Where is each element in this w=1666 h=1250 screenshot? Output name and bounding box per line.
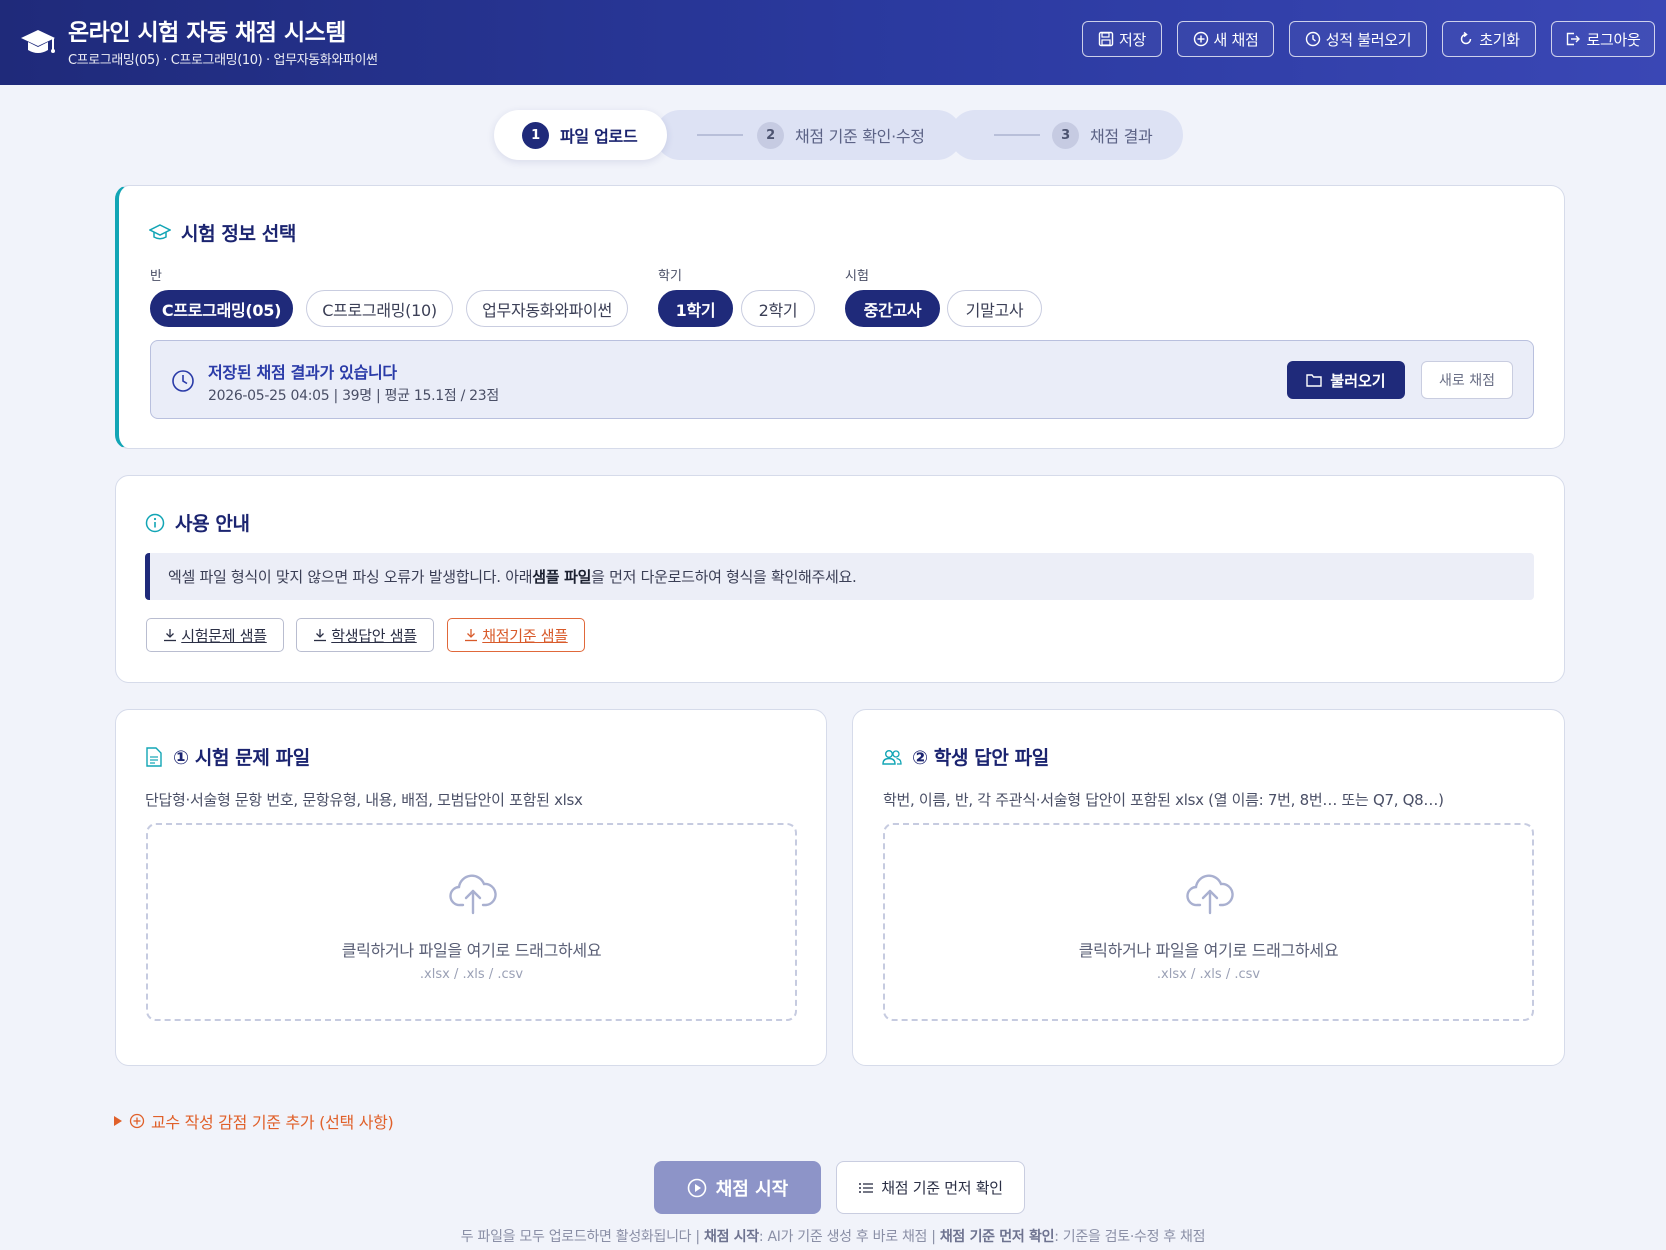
start-grading-label: 채점 시작 <box>715 1178 789 1200</box>
app-title: 온라인 시험 자동 채점 시스템 <box>68 20 346 46</box>
cloud-upload-icon <box>1186 874 1234 915</box>
list-icon <box>859 1182 874 1193</box>
reset-label: 초기화 <box>1479 30 1520 49</box>
exam-dropzone-text: 클릭하거나 파일을 여기로 드래그하세요 <box>341 941 602 960</box>
logout-label: 로그아웃 <box>1586 30 1641 49</box>
step-3: 3 채점 결과 <box>950 110 1183 160</box>
step-3-number: 3 <box>1052 121 1079 149</box>
load-scores-button[interactable]: 성적 불러오기 <box>1289 21 1427 57</box>
footer-hint: 두 파일을 모두 업로드하면 활성화됩니다 | 채점 시작: AI가 기준 생성… <box>0 1226 1666 1246</box>
start-grading-button[interactable]: 채점 시작 <box>654 1161 821 1214</box>
answer-file-dropzone[interactable]: 클릭하거나 파일을 여기로 드래그하세요 .xlsx / .xls / .csv <box>883 823 1534 1021</box>
exam-info-title-text: 시험 정보 선택 <box>181 223 296 245</box>
exam-info-title: 시험 정보 선택 <box>149 219 296 246</box>
graduation-cap-icon <box>149 223 171 239</box>
refresh-icon <box>1460 31 1472 45</box>
info-icon <box>145 513 165 532</box>
step-1-label: 파일 업로드 <box>560 127 638 146</box>
step-3-label: 채점 결과 <box>1090 127 1153 146</box>
semester-label: 학기 <box>658 269 682 284</box>
footer-bold-1: 채점 시작 <box>703 1229 759 1245</box>
step-connector <box>697 134 743 136</box>
answer-file-title: ② 학생 답안 파일 <box>882 743 1049 770</box>
download-criteria-sample[interactable]: 채점기준 샘플 <box>447 618 585 652</box>
class-option-c05[interactable]: C프로그래밍(05) <box>150 290 293 327</box>
save-button[interactable]: 저장 <box>1082 21 1162 57</box>
load-saved-button[interactable]: 불러오기 <box>1287 361 1405 399</box>
saved-result-title: 저장된 채점 결과가 있습니다 <box>208 363 397 382</box>
footer-text-2: : AI가 기준 생성 후 바로 채점 | <box>758 1229 940 1245</box>
download-exam-sample-label: 시험문제 샘플 <box>181 626 267 645</box>
step-1: 1 파일 업로드 <box>494 110 667 160</box>
exam-dropzone-ext: .xlsx / .xls / .csv <box>419 967 524 982</box>
check-criteria-button[interactable]: 채점 기준 먼저 확인 <box>836 1161 1025 1214</box>
exam-file-title-text: ① 시험 문제 파일 <box>173 747 310 769</box>
guide-title-text: 사용 안내 <box>175 513 250 535</box>
app-subtitle: C프로그래밍(05) · C프로그래밍(10) · 업무자동화와파이썬 <box>68 53 378 68</box>
download-answer-sample[interactable]: 학생답안 샘플 <box>296 618 434 652</box>
answer-file-title-text: ② 학생 답안 파일 <box>912 747 1049 769</box>
step-2-number: 2 <box>757 121 784 149</box>
extra-criteria-toggle[interactable]: 교수 작성 감점 기준 추가 (선택 사항) <box>113 1109 394 1133</box>
history-icon <box>172 370 194 392</box>
app-header: 온라인 시험 자동 채점 시스템 C프로그래밍(05) · C프로그래밍(10)… <box>0 0 1666 85</box>
download-criteria-sample-label: 채점기준 샘플 <box>482 626 568 645</box>
extra-criteria-label: 교수 작성 감점 기준 추가 (선택 사항) <box>151 1113 394 1132</box>
answer-dropzone-text: 클릭하거나 파일을 여기로 드래그하세요 <box>1078 941 1339 960</box>
download-exam-sample[interactable]: 시험문제 샘플 <box>146 618 284 652</box>
load-saved-label: 불러오기 <box>1330 371 1386 390</box>
exam-label: 시험 <box>845 269 869 284</box>
plus-circle-icon <box>129 1113 145 1129</box>
format-notice: 엑셀 파일 형식이 맞지 않으면 파싱 오류가 발생합니다. 아래 샘플 파일 을… <box>145 553 1534 600</box>
folder-icon <box>1306 374 1323 387</box>
graduation-cap-icon <box>21 30 55 53</box>
notice-text-pre: 엑셀 파일 형식이 맞지 않으면 파싱 오류가 발생합니다. 아래 <box>168 568 533 586</box>
answer-dropzone-ext: .xlsx / .xls / .csv <box>1156 967 1261 982</box>
exam-file-dropzone[interactable]: 클릭하거나 파일을 여기로 드래그하세요 .xlsx / .xls / .csv <box>146 823 797 1021</box>
exam-file-title: ① 시험 문제 파일 <box>145 743 310 770</box>
download-answer-sample-label: 학생답안 샘플 <box>331 626 417 645</box>
cloud-upload-icon <box>449 874 497 915</box>
footer-text-3: : 기준을 검토·수정 후 채점 <box>1054 1229 1206 1245</box>
class-option-c10[interactable]: C프로그래밍(10) <box>306 290 453 327</box>
saved-result-meta: 2026-05-25 04:05 | 39명 | 평균 15.1점 / 23점 <box>208 388 499 404</box>
footer-text-1: 두 파일을 모두 업로드하면 활성화됩니다 | <box>460 1229 704 1245</box>
step-2: 2 채점 기준 확인·수정 <box>655 110 962 160</box>
answer-file-desc: 학번, 이름, 반, 각 주관식·서술형 답안이 포함된 xlsx (열 이름:… <box>883 791 1444 809</box>
notice-text-bold: 샘플 파일 <box>532 568 592 586</box>
semester-option-1[interactable]: 1학기 <box>658 290 733 327</box>
step-connector <box>994 134 1040 136</box>
download-icon <box>314 629 327 642</box>
document-icon <box>146 746 162 767</box>
step-2-label: 채점 기준 확인·수정 <box>795 127 925 146</box>
exam-file-desc: 단답형·서술형 문항 번호, 문항유형, 내용, 배점, 모범답안이 포함된 x… <box>145 791 583 809</box>
new-grading-button[interactable]: 새 채점 <box>1177 21 1274 57</box>
download-icon <box>164 629 177 642</box>
load-scores-label: 성적 불러오기 <box>1325 30 1412 49</box>
play-circle-icon <box>687 1178 707 1197</box>
exam-option-midterm[interactable]: 중간고사 <box>845 290 940 327</box>
download-icon <box>465 629 478 642</box>
caret-right-icon <box>114 1116 122 1126</box>
logout-button[interactable]: 로그아웃 <box>1551 21 1655 57</box>
users-icon <box>882 749 902 765</box>
save-icon <box>1098 31 1114 47</box>
regrade-button[interactable]: 새로 채점 <box>1421 361 1513 399</box>
saved-result-banner: 저장된 채점 결과가 있습니다 2026-05-25 04:05 | 39명 |… <box>150 340 1534 419</box>
save-button-label: 저장 <box>1118 30 1146 49</box>
class-label: 반 <box>150 269 162 284</box>
check-criteria-label: 채점 기준 먼저 확인 <box>881 1179 1003 1197</box>
new-grading-label: 새 채점 <box>1213 30 1259 49</box>
class-option-python[interactable]: 업무자동화와파이썬 <box>466 290 628 327</box>
footer-bold-2: 채점 기준 먼저 확인 <box>939 1229 1055 1245</box>
exam-option-final[interactable]: 기말고사 <box>947 290 1042 327</box>
clock-icon <box>1305 31 1320 47</box>
logout-icon <box>1567 32 1581 46</box>
notice-text-post: 을 먼저 다운로드하여 형식을 확인해주세요. <box>591 568 857 586</box>
reset-button[interactable]: 초기화 <box>1442 21 1536 57</box>
guide-title: 사용 안내 <box>145 509 250 536</box>
step-1-number: 1 <box>522 121 549 149</box>
plus-circle-icon <box>1193 31 1208 47</box>
semester-option-2[interactable]: 2학기 <box>741 290 815 327</box>
